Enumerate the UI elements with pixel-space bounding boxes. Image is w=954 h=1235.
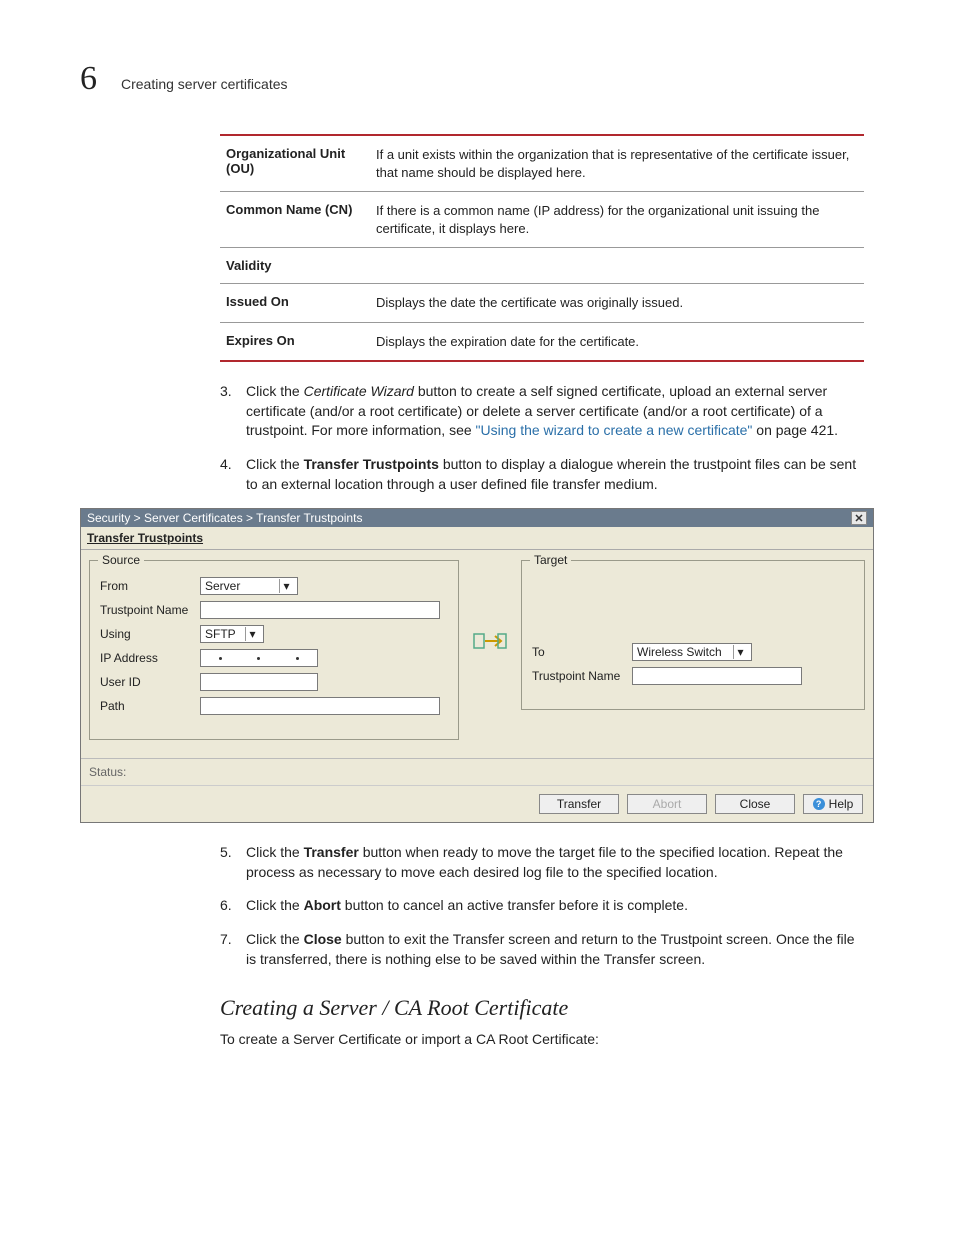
trustpoint-name-input[interactable]	[200, 601, 440, 619]
wizard-link[interactable]: "Using the wizard to create a new certif…	[476, 422, 753, 438]
dialog-titlebar: Security > Server Certificates > Transfe…	[81, 509, 873, 527]
definition-desc	[376, 258, 858, 273]
to-select[interactable]: Wireless Switch▾	[632, 643, 752, 661]
source-fieldset: Source From Server▾ Trustpoint Name Usin…	[89, 560, 459, 740]
chevron-down-icon: ▾	[279, 579, 293, 593]
close-button[interactable]: Close	[715, 794, 795, 814]
help-button[interactable]: ?Help	[803, 794, 863, 814]
transfer-arrow-icon	[467, 560, 513, 652]
target-trustpoint-label: Trustpoint Name	[532, 669, 632, 683]
chevron-down-icon: ▾	[733, 645, 747, 659]
to-label: To	[532, 645, 632, 659]
step-number: 7.	[220, 930, 246, 969]
dialog-buttons: Transfer Abort Close ?Help	[81, 785, 873, 822]
step-7: 7. Click the Close button to exit the Tr…	[220, 930, 864, 969]
chevron-down-icon: ▾	[245, 627, 259, 641]
definition-desc: Displays the date the certificate was or…	[376, 294, 858, 312]
step-number: 3.	[220, 382, 246, 441]
step-5: 5. Click the Transfer button when ready …	[220, 843, 864, 882]
definition-desc: Displays the expiration date for the cer…	[376, 333, 858, 351]
transfer-trustpoints-term: Transfer Trustpoints	[304, 456, 439, 472]
ip-input[interactable]	[200, 649, 318, 667]
trustpoint-name-label: Trustpoint Name	[100, 603, 200, 617]
sub-paragraph: To create a Server Certificate or import…	[220, 1031, 864, 1047]
path-input[interactable]	[200, 697, 440, 715]
userid-input[interactable]	[200, 673, 318, 691]
target-trustpoint-input[interactable]	[632, 667, 802, 685]
help-icon: ?	[813, 798, 825, 810]
definition-term: Organizational Unit (OU)	[226, 146, 376, 181]
step-body: Click the Transfer Trustpoints button to…	[246, 455, 864, 494]
table-row: Validity	[220, 248, 864, 284]
ip-label: IP Address	[100, 651, 200, 665]
definition-desc: If there is a common name (IP address) f…	[376, 202, 858, 237]
definition-term: Validity	[226, 258, 376, 273]
page-header: 6 Creating server certificates	[80, 60, 874, 98]
path-label: Path	[100, 699, 200, 713]
from-select[interactable]: Server▾	[200, 577, 298, 595]
using-select[interactable]: SFTP▾	[200, 625, 264, 643]
userid-label: User ID	[100, 675, 200, 689]
table-row: Common Name (CN)If there is a common nam…	[220, 192, 864, 248]
chapter-number: 6	[80, 60, 97, 98]
abort-button[interactable]: Abort	[627, 794, 707, 814]
header-title: Creating server certificates	[121, 76, 288, 92]
step-number: 5.	[220, 843, 246, 882]
transfer-button[interactable]: Transfer	[539, 794, 619, 814]
source-legend: Source	[98, 553, 144, 567]
definition-term: Expires On	[226, 333, 376, 351]
wizard-term: Certificate Wizard	[304, 383, 414, 399]
status-bar: Status:	[81, 758, 873, 785]
definitions-table: Organizational Unit (OU)If a unit exists…	[220, 134, 864, 362]
step-3: 3. Click the Certificate Wizard button t…	[220, 382, 864, 441]
target-fieldset: Target To Wireless Switch▾ Trustpoint Na…	[521, 560, 865, 710]
dialog-subtitle: Transfer Trustpoints	[81, 527, 873, 550]
definition-desc: If a unit exists within the organization…	[376, 146, 858, 181]
definition-term: Issued On	[226, 294, 376, 312]
table-row: Issued OnDisplays the date the certifica…	[220, 284, 864, 323]
using-label: Using	[100, 627, 200, 641]
from-label: From	[100, 579, 200, 593]
step-6: 6. Click the Abort button to cancel an a…	[220, 896, 864, 916]
step-number: 4.	[220, 455, 246, 494]
transfer-dialog: Security > Server Certificates > Transfe…	[80, 508, 874, 823]
definition-term: Common Name (CN)	[226, 202, 376, 237]
close-icon[interactable]: ✕	[851, 511, 867, 525]
target-legend: Target	[530, 553, 571, 567]
step-body: Click the Certificate Wizard button to c…	[246, 382, 864, 441]
table-row: Expires OnDisplays the expiration date f…	[220, 323, 864, 361]
dialog-breadcrumb: Security > Server Certificates > Transfe…	[87, 511, 362, 525]
table-row: Organizational Unit (OU)If a unit exists…	[220, 136, 864, 192]
step-number: 6.	[220, 896, 246, 916]
subheading: Creating a Server / CA Root Certificate	[220, 995, 874, 1021]
step-4: 4. Click the Transfer Trustpoints button…	[220, 455, 864, 494]
